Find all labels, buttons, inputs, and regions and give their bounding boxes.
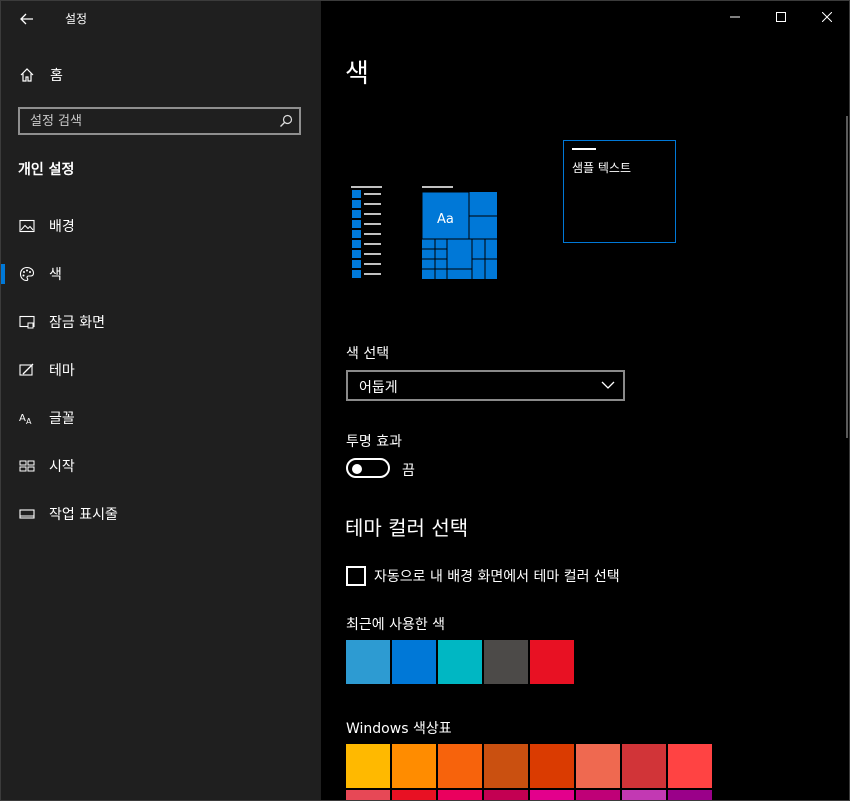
color-swatch[interactable] bbox=[530, 790, 574, 800]
color-mode-dropdown[interactable]: 어둡게 bbox=[346, 370, 625, 401]
font-icon: A A bbox=[19, 413, 32, 426]
color-swatch[interactable] bbox=[622, 790, 666, 800]
sample-text: 샘플 텍스트 bbox=[572, 161, 632, 175]
sidebar-item-label: 잠금 화면 bbox=[49, 315, 105, 331]
sidebar-item-label: 시작 bbox=[49, 459, 75, 475]
auto-accent-label: 자동으로 내 배경 화면에서 테마 컬러 선택 bbox=[374, 569, 620, 585]
sidebar-item-label: 색 bbox=[49, 267, 62, 283]
theme-icon bbox=[19, 363, 34, 376]
color-swatch[interactable] bbox=[484, 640, 528, 684]
color-swatch[interactable] bbox=[438, 790, 482, 800]
app-title: 설정 bbox=[65, 12, 88, 26]
color-swatch[interactable] bbox=[346, 744, 390, 788]
search-box[interactable] bbox=[18, 107, 301, 135]
svg-text:A: A bbox=[26, 417, 32, 426]
sidebar-item-label: 테마 bbox=[49, 363, 75, 379]
palette-icon bbox=[19, 266, 35, 282]
settings-window: 설정 홈 개인 설정 배경 bbox=[0, 0, 850, 801]
sidebar-item-label: 배경 bbox=[49, 219, 75, 235]
section-title: 개인 설정 bbox=[18, 162, 75, 178]
color-swatch[interactable] bbox=[392, 790, 436, 800]
home-icon bbox=[20, 68, 34, 82]
close-button[interactable] bbox=[804, 5, 849, 31]
maximize-icon bbox=[776, 12, 786, 22]
color-swatch[interactable] bbox=[392, 640, 436, 684]
page-title: 색 bbox=[345, 59, 369, 89]
sidebar-item-fonts[interactable]: A A 글꼴 bbox=[1, 398, 321, 438]
sidebar-item-lock-screen[interactable]: 잠금 화면 bbox=[1, 302, 321, 342]
maximize-button[interactable] bbox=[758, 5, 804, 31]
color-swatch[interactable] bbox=[346, 790, 390, 800]
color-swatch[interactable] bbox=[392, 744, 436, 788]
color-select-label: 색 선택 bbox=[346, 346, 390, 362]
dropdown-value: 어둡게 bbox=[359, 380, 398, 396]
recent-colors-label: 최근에 사용한 색 bbox=[346, 617, 446, 633]
back-arrow-icon bbox=[20, 13, 33, 25]
sidebar-item-background[interactable]: 배경 bbox=[1, 206, 321, 246]
minimize-button[interactable] bbox=[712, 5, 758, 31]
color-swatch[interactable] bbox=[530, 744, 574, 788]
transparency-state: 끔 bbox=[402, 463, 415, 479]
accent-heading: 테마 컬러 선택 bbox=[345, 516, 469, 540]
picture-icon bbox=[19, 219, 35, 233]
preview-tile-text: Aa bbox=[437, 212, 454, 227]
home-label: 홈 bbox=[50, 68, 63, 84]
color-swatch[interactable] bbox=[576, 744, 620, 788]
sidebar-item-themes[interactable]: 테마 bbox=[1, 350, 321, 390]
lock-screen-icon bbox=[19, 315, 35, 329]
color-swatch[interactable] bbox=[622, 744, 666, 788]
sidebar-item-home[interactable]: 홈 bbox=[1, 59, 321, 91]
start-menu-preview bbox=[351, 186, 497, 280]
palette-label: Windows 색상표 bbox=[346, 721, 452, 737]
start-icon bbox=[19, 460, 35, 472]
sidebar-item-colors[interactable]: 색 bbox=[1, 254, 321, 294]
color-swatch[interactable] bbox=[438, 640, 482, 684]
search-icon[interactable] bbox=[279, 114, 293, 128]
svg-text:A: A bbox=[19, 413, 26, 424]
taskbar-icon bbox=[19, 509, 35, 519]
scrollbar[interactable] bbox=[846, 116, 848, 438]
sidebar-item-label: 작업 표시줄 bbox=[49, 507, 118, 523]
color-swatch[interactable] bbox=[484, 790, 528, 800]
auto-accent-checkbox[interactable] bbox=[346, 566, 366, 586]
sample-window-preview: 샘플 텍스트 bbox=[563, 140, 676, 243]
sidebar-item-start[interactable]: 시작 bbox=[1, 446, 321, 486]
color-swatch[interactable] bbox=[438, 744, 482, 788]
search-input[interactable] bbox=[30, 112, 270, 130]
transparency-label: 투명 효과 bbox=[346, 434, 402, 450]
color-swatch[interactable] bbox=[346, 640, 390, 684]
sidebar: 설정 홈 개인 설정 배경 bbox=[1, 1, 321, 800]
back-button[interactable] bbox=[15, 7, 39, 31]
minimize-icon bbox=[730, 16, 740, 18]
chevron-down-icon bbox=[601, 381, 615, 389]
theme-preview: Aa 샘플 텍스트 bbox=[351, 136, 676, 286]
color-swatch[interactable] bbox=[530, 640, 574, 684]
color-swatch[interactable] bbox=[668, 790, 712, 800]
sidebar-item-taskbar[interactable]: 작업 표시줄 bbox=[1, 494, 321, 534]
color-swatch[interactable] bbox=[484, 744, 528, 788]
color-swatch[interactable] bbox=[668, 744, 712, 788]
main-content: 색 Aa 샘플 텍스트 색 선택 어둡게 투명 효과 끔 테마 컬러 선택 자동… bbox=[321, 1, 849, 800]
close-icon bbox=[821, 11, 833, 23]
sidebar-item-label: 글꼴 bbox=[49, 411, 75, 427]
color-swatch[interactable] bbox=[576, 790, 620, 800]
transparency-toggle[interactable] bbox=[346, 458, 390, 478]
